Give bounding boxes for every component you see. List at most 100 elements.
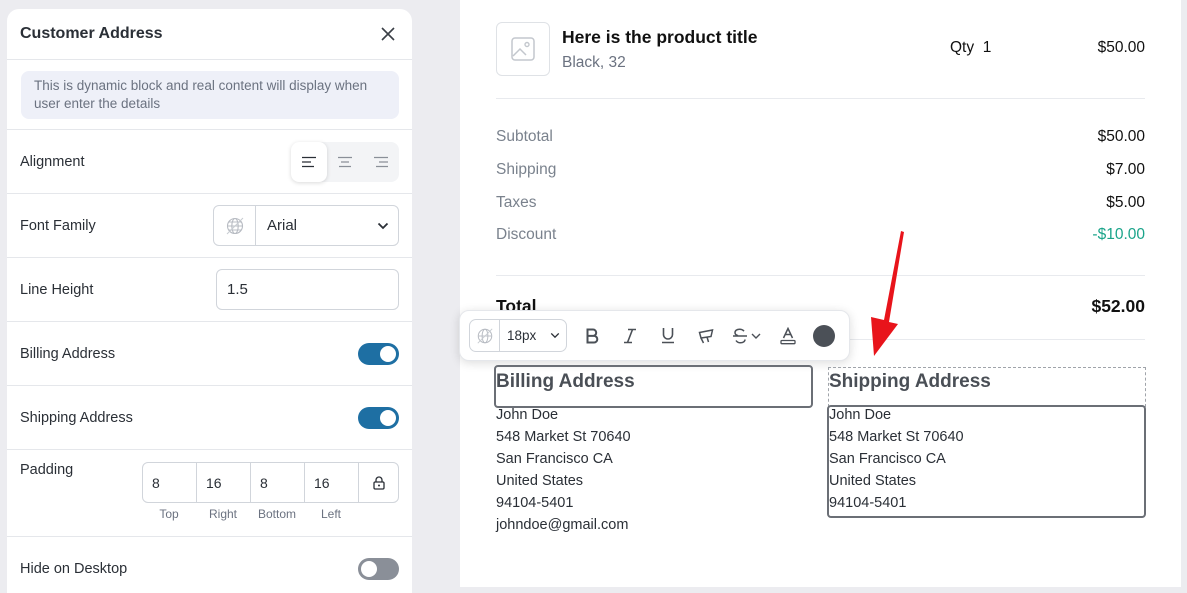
padding-top-input[interactable]: 8 <box>143 463 197 502</box>
padding-controls: 8 16 8 16 Top Right Bottom Left <box>142 462 399 521</box>
address-line: John Doe <box>829 407 892 423</box>
summary-label: Subtotal <box>496 128 553 145</box>
line-height-input[interactable]: 1.5 <box>216 269 399 310</box>
align-left-icon <box>302 156 316 167</box>
text-format-toolbar: 18px <box>459 310 850 361</box>
hide-desktop-label: Hide on Desktop <box>20 561 128 577</box>
panel-header: Customer Address <box>7 9 412 60</box>
text-color-button[interactable] <box>769 319 807 352</box>
padding-bottom-input[interactable]: 8 <box>251 463 305 502</box>
line-height-label: Line Height <box>20 281 94 298</box>
image-placeholder-icon <box>511 37 535 61</box>
address-line: 548 Market St 70640 <box>496 429 631 445</box>
summary-value: $50.00 <box>1097 128 1145 145</box>
billing-address-row: Billing Address <box>7 322 412 386</box>
hide-desktop-row: Hide on Desktop <box>7 537 412 593</box>
address-line: 94104-5401 <box>829 495 907 511</box>
product-price: $50.00 <box>1097 39 1145 56</box>
align-center-button[interactable] <box>327 142 363 182</box>
billing-address-block[interactable]: Billing Address John Doe 548 Market St 7… <box>496 371 635 536</box>
toggle-knob <box>380 409 396 426</box>
padding-labels: Top Right Bottom Left <box>142 507 399 521</box>
total-value: $52.00 <box>1091 296 1145 316</box>
product-variant: Black, 32 <box>562 54 626 71</box>
billing-address-label: Billing Address <box>20 345 116 362</box>
highlight-icon <box>698 328 714 343</box>
line-height-row: Line Height 1.5 <box>7 258 412 322</box>
text-color-icon <box>780 326 796 344</box>
font-family-select[interactable]: Arial <box>213 205 399 246</box>
underline-button[interactable] <box>649 319 687 352</box>
summary-row-subtotal: Subtotal $50.00 <box>496 128 1145 146</box>
close-button[interactable] <box>377 23 399 45</box>
shipping-address-lines: John Doe 548 Market St 70640 San Francis… <box>829 404 991 514</box>
shipping-address-title: Shipping Address <box>829 371 991 392</box>
close-icon <box>381 27 395 41</box>
padding-right-input[interactable]: 16 <box>197 463 251 502</box>
qty-value: 1 <box>982 39 992 56</box>
dynamic-block-notice: This is dynamic block and real content w… <box>21 71 399 119</box>
shipping-address-block[interactable]: Shipping Address John Doe 548 Market St … <box>829 371 991 514</box>
shipping-address-toggle[interactable] <box>358 406 399 429</box>
bold-icon <box>586 328 599 343</box>
address-line: 94104-5401 <box>496 495 574 511</box>
notice-section: This is dynamic block and real content w… <box>7 60 412 130</box>
alignment-group <box>291 141 399 182</box>
summary-label: Taxes <box>496 194 537 211</box>
font-size-value: 18px <box>507 328 537 343</box>
font-family-row: Font Family Arial <box>7 194 412 258</box>
font-size-select[interactable]: 18px <box>469 319 567 352</box>
shipping-address-row: Shipping Address <box>7 386 412 450</box>
summary-value: $7.00 <box>1106 161 1145 178</box>
summary-value: $5.00 <box>1106 194 1145 211</box>
divider <box>496 98 1145 99</box>
highlight-button[interactable] <box>687 319 725 352</box>
underline-icon <box>662 328 674 344</box>
toggle-knob <box>361 561 377 577</box>
align-left-button[interactable] <box>291 141 327 182</box>
summary-value: -$10.00 <box>1092 226 1145 243</box>
toggle-knob <box>380 345 396 362</box>
summary-label: Discount <box>496 226 557 243</box>
globe-icon <box>226 217 243 234</box>
font-size-icon-box <box>470 320 500 351</box>
bold-button[interactable] <box>573 319 611 352</box>
padding-left-input[interactable]: 16 <box>305 463 359 502</box>
summary-row-discount: Discount -$10.00 <box>496 226 1145 244</box>
shipping-address-label: Shipping Address <box>20 409 133 426</box>
font-family-label: Font Family <box>20 217 96 234</box>
padding-left-label: Left <box>320 507 341 521</box>
chevron-down-icon <box>377 222 389 229</box>
padding-right-label: Right <box>208 507 237 521</box>
billing-address-toggle[interactable] <box>358 342 399 365</box>
settings-panel: Customer Address This is dynamic block a… <box>7 9 412 593</box>
font-icon-box <box>214 206 256 245</box>
font-size-chevron <box>544 332 566 339</box>
qty-label: Qty <box>950 39 975 56</box>
alignment-label: Alignment <box>20 153 85 170</box>
address-line: John Doe <box>496 407 559 423</box>
lock-icon <box>372 475 385 490</box>
font-family-value: Arial <box>267 217 298 234</box>
summary-row-shipping: Shipping $7.00 <box>496 161 1145 179</box>
hide-desktop-toggle[interactable] <box>358 558 399 580</box>
address-line: johndoe@gmail.com <box>496 517 629 533</box>
padding-lock-button[interactable] <box>359 463 398 502</box>
alignment-row: Alignment <box>7 130 412 194</box>
summary-label: Shipping <box>496 161 557 178</box>
divider <box>496 275 1145 276</box>
summary-row-taxes: Taxes $5.00 <box>496 194 1145 212</box>
italic-button[interactable] <box>611 319 649 352</box>
product-title: Here is the product title <box>562 27 758 47</box>
address-line: United States <box>496 473 584 489</box>
align-right-icon <box>374 156 388 167</box>
chevron-down-icon <box>550 332 560 339</box>
strikethrough-button[interactable] <box>725 319 769 352</box>
italic-icon <box>624 328 636 343</box>
product-thumbnail <box>496 22 550 76</box>
red-arrow-annotation <box>871 231 904 356</box>
address-line: San Francisco CA <box>496 451 613 467</box>
align-right-button[interactable] <box>363 142 399 182</box>
product-qty: Qty 1 <box>950 39 991 57</box>
text-color-swatch[interactable] <box>813 324 835 347</box>
